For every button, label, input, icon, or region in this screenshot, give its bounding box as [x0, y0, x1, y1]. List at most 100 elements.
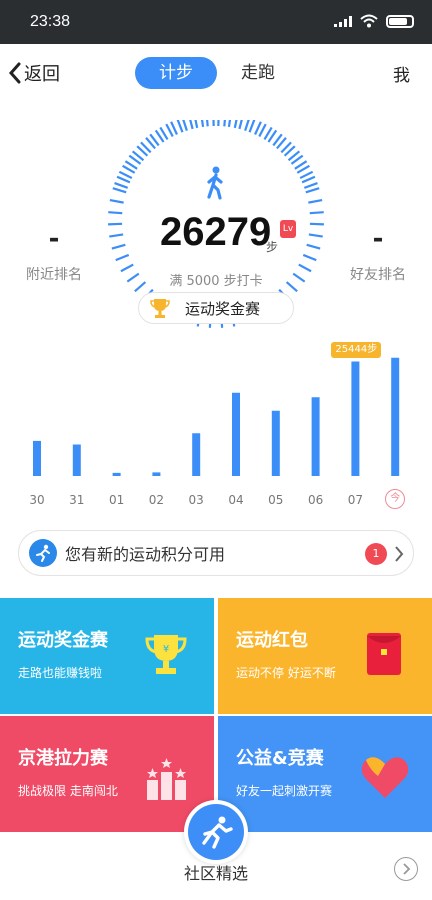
chart-bar[interactable] [112, 472, 121, 476]
gauge-tick [305, 187, 320, 194]
x-label: 31 [69, 493, 85, 507]
chart-bar[interactable] [351, 361, 360, 476]
x-label: 02 [148, 493, 165, 507]
points-text: 您有新的运动积分可用 [65, 545, 226, 564]
chart-bar[interactable] [391, 357, 400, 476]
gauge-tick [301, 175, 316, 184]
x-label-today: 今 [385, 489, 406, 509]
gauge-tick [303, 182, 318, 189]
weekly-steps-chart: 25444步 30 31 01 02 03 04 05 06 07 今 [0, 340, 432, 520]
gauge-tick [108, 211, 123, 215]
community-next-button[interactable] [394, 857, 418, 881]
gauge-tick [238, 120, 243, 130]
gauge-tick [112, 187, 127, 194]
trophy-icon [150, 299, 170, 318]
back-label: 返回 [24, 64, 60, 85]
x-label: 06 [307, 493, 324, 507]
tile-subtitle: 好友一起刺激开赛 [236, 784, 333, 798]
tab-bar: 计步 走跑 [135, 57, 299, 89]
x-label: 03 [188, 493, 204, 507]
level-badge[interactable]: Lv [280, 220, 296, 238]
gauge-tick [109, 198, 124, 204]
gauge-tick [248, 120, 256, 133]
chart-tooltip: 25444步 [331, 341, 382, 358]
points-count-badge: 1 [365, 543, 387, 565]
chart-bar[interactable] [311, 397, 320, 476]
tile-rally-race[interactable]: 京港拉力赛 挑战极限 走南闯北 [0, 716, 214, 832]
tab-steps[interactable]: 计步 [135, 57, 217, 89]
gauge-tick [176, 120, 184, 133]
svg-text:¥: ¥ [163, 644, 169, 655]
gold-trophy-icon: ¥ [145, 635, 187, 674]
podium-stars-icon [147, 758, 186, 800]
gauge-tick [111, 243, 126, 250]
gauge-tick [200, 120, 205, 128]
tile-title: 公益&竞赛 [236, 748, 324, 769]
gauge-tick [258, 123, 267, 138]
chart-bar[interactable] [232, 392, 240, 476]
tile-subtitle: 运动不停 好运不断 [236, 666, 336, 680]
gauge-tick [118, 170, 133, 180]
gauge-tick [223, 120, 226, 127]
run-button[interactable] [184, 800, 248, 864]
gauge-tick [306, 243, 321, 250]
tile-prize-contest[interactable]: 运动奖金赛 走路也能赚钱啦 ¥ [0, 598, 214, 714]
tile-charity-contest[interactable]: 公益&竞赛 好友一起刺激开赛 [218, 716, 432, 832]
red-envelope-icon [367, 633, 401, 675]
gauge-tick [227, 120, 232, 128]
step-unit: 步 [266, 240, 279, 254]
tile-subtitle: 走路也能赚钱啦 [18, 666, 103, 680]
prize-contest-button[interactable]: 运动奖金赛 [138, 292, 294, 324]
gauge-tick [116, 175, 131, 184]
gauge-tick [302, 253, 317, 262]
step-gauge: - 附近排名 - 好友排名 26279 步 Lv 满 5000 步打卡 运动奖金… [0, 120, 432, 330]
gauge-tick [115, 253, 130, 262]
goal-text: 满 5000 步打卡 [169, 274, 263, 289]
chart-bar[interactable] [271, 410, 280, 476]
x-label: 04 [228, 493, 244, 507]
gauge-tick [170, 121, 178, 135]
gauge-tick [233, 120, 238, 129]
gauge-tick [206, 120, 209, 127]
gauge-tick [189, 120, 194, 130]
me-button[interactable]: 我 [393, 61, 410, 86]
gauge-tick [308, 198, 323, 204]
tile-red-packet[interactable]: 运动红包 运动不停 好运不断 [218, 598, 432, 714]
x-label: 05 [268, 493, 284, 507]
step-count: 26279 [160, 210, 272, 254]
gauge-tick [165, 123, 174, 138]
sport-points-icon [29, 539, 57, 567]
nearby-rank-value: - [48, 224, 60, 254]
gauge-tick [254, 121, 262, 135]
chevron-right-icon [395, 546, 404, 562]
gauge-tick [114, 182, 129, 189]
tile-title: 京港拉力赛 [18, 748, 108, 769]
gauge-tick [108, 222, 123, 226]
runner-icon [202, 816, 233, 849]
back-button[interactable]: 返回 [8, 60, 60, 86]
battery-icon [386, 14, 414, 28]
chart-bars [33, 357, 400, 477]
chevron-right-icon [403, 863, 411, 875]
heart-icon [361, 757, 409, 798]
tile-title: 运动奖金赛 [18, 630, 108, 651]
x-label: 30 [29, 493, 45, 507]
points-banner[interactable]: 您有新的运动积分可用 1 [18, 530, 414, 576]
chart-bar[interactable] [152, 472, 161, 476]
tile-subtitle: 挑战极限 走南闯北 [18, 784, 118, 798]
wifi-icon [360, 14, 378, 28]
tile-title: 运动红包 [236, 630, 308, 651]
chart-bar[interactable] [72, 444, 81, 477]
friend-rank-value: - [372, 224, 384, 254]
chart-bar[interactable] [33, 440, 41, 476]
status-bar: 23:38 [0, 0, 432, 44]
chart-bar[interactable] [192, 433, 201, 476]
gauge-tick [194, 120, 199, 129]
gauge-tick [308, 233, 323, 238]
status-icons [334, 14, 414, 28]
tab-walk-run[interactable]: 走跑 [217, 57, 299, 89]
community-picks-label[interactable]: 社区精选 [0, 860, 432, 884]
gauge-tick [109, 233, 124, 238]
gauge-tick [299, 170, 314, 180]
gauge-tick [309, 211, 324, 215]
